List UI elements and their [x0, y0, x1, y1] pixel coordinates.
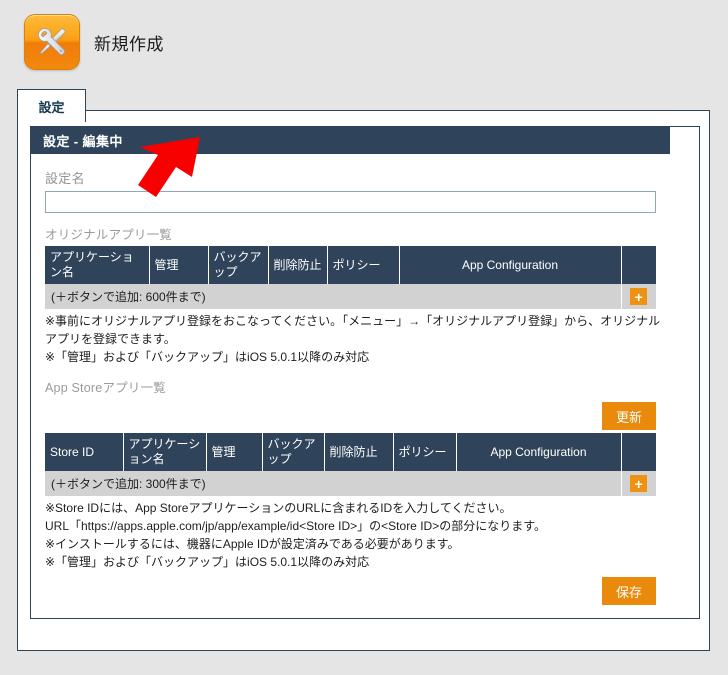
panel-header: 設定 - 編集中	[31, 127, 670, 154]
original-apps-add-hint: (＋ボタンで追加: 600件まで)	[45, 284, 622, 309]
panel-body: 設定名 オリジナルアプリ一覧 アプリケーション名 管理 バックアップ 削除防止 …	[31, 154, 699, 571]
original-apps-add-button[interactable]: +	[630, 288, 648, 305]
column-header-backup: バックアップ	[262, 433, 325, 472]
appstore-apps-add-hint: (＋ボタンで追加: 300件まで)	[45, 471, 622, 497]
page-title: 新規作成	[94, 34, 164, 54]
table-header-row: アプリケーション名 管理 バックアップ 削除防止 ポリシー App Config…	[45, 246, 656, 284]
column-header-app-configuration: App Configuration	[399, 246, 622, 284]
app-root: 新規作成 設定 設定 - 編集中 設定名 オリジナルアプリ一覧 アプリケーション…	[0, 0, 728, 675]
original-apps-notes: ※事前にオリジナルアプリ登録をおこなってください。「メニュー」→「オリジナルアプ…	[45, 313, 663, 366]
original-apps-note-1: ※事前にオリジナルアプリ登録をおこなってください。「メニュー」→「オリジナルアプ…	[45, 314, 661, 346]
column-header-management: 管理	[206, 433, 263, 472]
column-header-management: 管理	[149, 246, 209, 284]
original-apps-caption: オリジナルアプリ一覧	[45, 228, 173, 242]
appstore-apps-caption: App Storeアプリ一覧	[45, 381, 166, 396]
appstore-apps-add-cell: +	[621, 471, 656, 497]
appstore-apps-notes: ※Store IDには、App StoreアプリケーションのURLに含まれるID…	[45, 500, 663, 571]
original-apps-note-2: ※「管理」および「バックアップ」はiOS 5.0.1以降のみ対応	[45, 349, 370, 364]
tab-strip: 設定	[17, 89, 710, 122]
tab-settings-label: 設定	[38, 99, 65, 115]
tab-settings[interactable]: 設定	[17, 89, 86, 122]
column-header-actions	[621, 433, 656, 472]
table-row-add-hint: (＋ボタンで追加: 300件まで) +	[45, 471, 656, 497]
table-row-add-hint: (＋ボタンで追加: 600件まで) +	[45, 284, 656, 309]
appstore-apps-note-1: ※Store IDには、App StoreアプリケーションのURLに含まれるID…	[45, 501, 512, 516]
column-header-delete-prevention: 削除防止	[268, 246, 328, 284]
appstore-apps-table: Store ID アプリケーション名 管理 バックアップ 削除防止 ポリシー A…	[45, 433, 656, 497]
column-header-app-configuration: App Configuration	[456, 433, 622, 472]
column-header-backup: バックアップ	[208, 246, 269, 284]
update-button[interactable]: 更新	[602, 402, 656, 431]
column-header-policy: ポリシー	[327, 246, 400, 284]
column-header-policy: ポリシー	[393, 433, 457, 472]
settings-panel: 設定 - 編集中 設定名 オリジナルアプリ一覧 アプリケーション名 管理 バック…	[30, 126, 700, 619]
column-header-app-name: アプリケーション名	[123, 433, 207, 472]
original-apps-add-cell: +	[621, 284, 656, 309]
update-button-row: 更新	[45, 402, 656, 431]
column-header-delete-prevention: 削除防止	[324, 433, 394, 472]
tools-icon	[24, 14, 80, 70]
setting-name-label: 設定名	[45, 171, 85, 186]
appstore-apps-note-3: ※インストールするには、機器にApple IDが設定済みである必要があります。	[45, 536, 460, 551]
page-header: 新規作成	[24, 14, 164, 70]
appstore-apps-note-4: ※「管理」および「バックアップ」はiOS 5.0.1以降のみ対応	[45, 554, 370, 569]
appstore-apps-add-button[interactable]: +	[630, 475, 648, 493]
save-button[interactable]: 保存	[602, 577, 656, 605]
column-header-store-id: Store ID	[45, 433, 124, 472]
original-apps-table: アプリケーション名 管理 バックアップ 削除防止 ポリシー App Config…	[45, 246, 656, 309]
save-button-row: 保存	[45, 577, 656, 605]
appstore-apps-note-2: URL「https://apps.apple.com/jp/app/exampl…	[45, 519, 547, 533]
column-header-app-name: アプリケーション名	[45, 246, 150, 284]
panel-header-title: 設定 - 編集中	[43, 134, 123, 149]
setting-name-input[interactable]	[45, 191, 656, 213]
table-header-row: Store ID アプリケーション名 管理 バックアップ 削除防止 ポリシー A…	[45, 433, 656, 472]
column-header-actions	[621, 246, 656, 284]
